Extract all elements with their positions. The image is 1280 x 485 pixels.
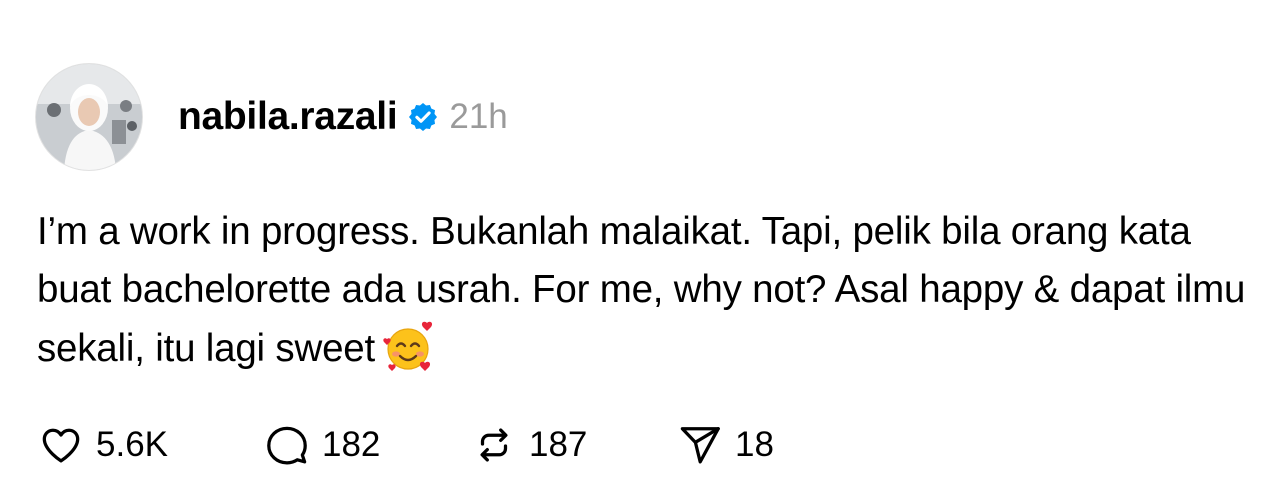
- repost-count: 187: [529, 425, 588, 464]
- smiling-face-with-hearts-icon: [381, 319, 437, 375]
- post-header: nabila.razali 21h: [178, 92, 508, 142]
- username[interactable]: nabila.razali: [178, 95, 398, 139]
- comment-count: 182: [322, 425, 381, 464]
- comment-button[interactable]: 182: [264, 422, 471, 468]
- post-actions: 5.6K 182 187 18: [38, 418, 774, 472]
- post-timestamp: 21h: [449, 97, 508, 136]
- post-text-container: I’m a work in progress. Bukanlah malaika…: [37, 203, 1257, 378]
- comment-bubble-icon: [267, 426, 307, 465]
- post-text: I’m a work in progress. Bukanlah malaika…: [37, 210, 1256, 370]
- share-count: 18: [735, 425, 774, 464]
- avatar-photo: [36, 64, 142, 170]
- thread-post: nabila.razali 21h I’m a work in progress…: [0, 0, 1280, 485]
- repost-icon: [480, 428, 508, 462]
- avatar[interactable]: [36, 64, 142, 170]
- heart-icon: [42, 428, 80, 463]
- like-button[interactable]: 5.6K: [38, 422, 264, 468]
- like-count: 5.6K: [96, 425, 168, 464]
- share-button[interactable]: 18: [677, 422, 774, 468]
- verified-badge-icon: [407, 101, 439, 133]
- send-icon: [680, 427, 720, 464]
- repost-button[interactable]: 187: [471, 422, 677, 468]
